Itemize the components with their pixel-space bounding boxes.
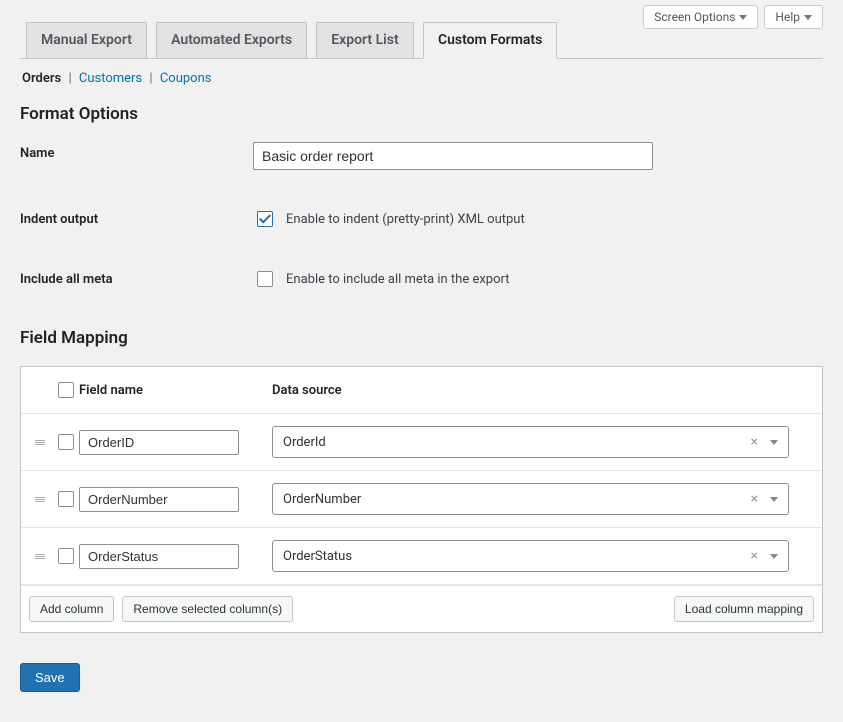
separator: | xyxy=(68,71,71,86)
save-button[interactable]: Save xyxy=(20,663,80,692)
row-checkbox[interactable] xyxy=(58,491,74,507)
chevron-down-icon xyxy=(770,554,778,559)
screen-options-label: Screen Options xyxy=(654,10,735,24)
row-checkbox[interactable] xyxy=(58,548,74,564)
select-all-checkbox[interactable] xyxy=(58,382,74,398)
help-button[interactable]: Help xyxy=(764,5,823,29)
tab-custom-formats[interactable]: Custom Formats xyxy=(423,22,557,59)
help-label: Help xyxy=(775,10,800,24)
tab-automated-exports[interactable]: Automated Exports xyxy=(156,22,307,58)
tab-export-list[interactable]: Export List xyxy=(316,22,413,58)
meta-desc: Enable to include all meta in the export xyxy=(286,272,510,287)
sub-tabs: Orders | Customers | Coupons xyxy=(22,71,823,86)
indent-checkbox[interactable] xyxy=(257,211,273,227)
row-checkbox[interactable] xyxy=(58,434,74,450)
mapping-toolbar: Add column Remove selected column(s) Loa… xyxy=(21,585,822,632)
section-title-field-mapping: Field Mapping xyxy=(20,328,823,348)
remove-selected-button[interactable]: Remove selected column(s) xyxy=(122,596,293,622)
drag-handle-icon[interactable] xyxy=(35,440,45,445)
indent-desc: Enable to indent (pretty-print) XML outp… xyxy=(286,212,525,227)
add-column-button[interactable]: Add column xyxy=(29,596,114,622)
chevron-down-icon xyxy=(804,15,812,20)
clear-icon[interactable]: × xyxy=(745,548,764,564)
column-header-fieldname: Field name xyxy=(79,383,254,398)
load-mapping-button[interactable]: Load column mapping xyxy=(674,596,814,622)
section-title-format-options: Format Options xyxy=(20,104,823,124)
field-name-input[interactable] xyxy=(79,487,239,512)
data-source-value: OrderId xyxy=(283,435,745,450)
field-name-input[interactable] xyxy=(79,544,239,569)
chevron-down-icon xyxy=(770,440,778,445)
subtab-orders[interactable]: Orders xyxy=(22,71,61,86)
table-row: OrderId × xyxy=(21,414,822,471)
table-row: OrderNumber × xyxy=(21,471,822,528)
name-input[interactable] xyxy=(253,142,653,170)
subtab-customers[interactable]: Customers xyxy=(79,71,142,86)
tab-manual-export[interactable]: Manual Export xyxy=(26,22,147,58)
table-row: OrderStatus × xyxy=(21,528,822,585)
indent-label: Indent output xyxy=(20,208,253,227)
chevron-down-icon xyxy=(739,15,747,20)
clear-icon[interactable]: × xyxy=(745,434,764,450)
column-header-datasource: Data source xyxy=(254,383,814,398)
separator: | xyxy=(149,71,152,86)
data-source-value: OrderNumber xyxy=(283,492,745,507)
chevron-down-icon xyxy=(770,497,778,502)
name-label: Name xyxy=(20,142,253,161)
subtab-coupons[interactable]: Coupons xyxy=(160,71,212,86)
data-source-select[interactable]: OrderId × xyxy=(272,426,789,458)
meta-checkbox[interactable] xyxy=(257,271,273,287)
meta-label: Include all meta xyxy=(20,268,253,287)
data-source-select[interactable]: OrderStatus × xyxy=(272,540,789,572)
clear-icon[interactable]: × xyxy=(745,491,764,507)
field-name-input[interactable] xyxy=(79,430,239,455)
data-source-select[interactable]: OrderNumber × xyxy=(272,483,789,515)
data-source-value: OrderStatus xyxy=(283,549,745,564)
drag-handle-icon[interactable] xyxy=(35,554,45,559)
drag-handle-icon[interactable] xyxy=(35,497,45,502)
screen-options-button[interactable]: Screen Options xyxy=(643,5,758,29)
field-mapping-table: Field name Data source OrderId × OrderNu… xyxy=(20,366,823,633)
